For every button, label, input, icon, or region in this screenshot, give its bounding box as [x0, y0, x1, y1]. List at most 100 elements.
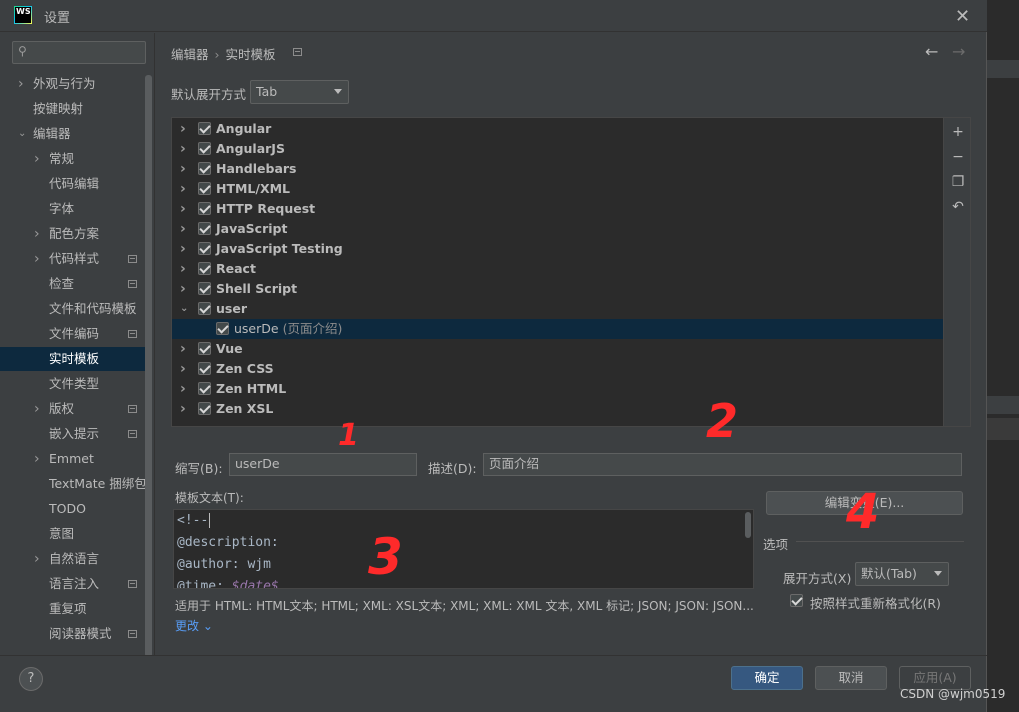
template-group-row[interactable]: › Zen HTML	[172, 379, 943, 399]
sidebar-item[interactable]: 文件编码	[0, 322, 152, 346]
template-group-row[interactable]: › JavaScript Testing	[172, 239, 943, 259]
group-checkbox[interactable]	[198, 302, 211, 315]
template-group-row[interactable]: › React	[172, 259, 943, 279]
cancel-button[interactable]: 取消	[815, 666, 887, 690]
sidebar-item[interactable]: 文件类型	[0, 372, 152, 396]
template-group-row[interactable]: › AngularJS	[172, 139, 943, 159]
copy-icon[interactable]: ❐	[950, 174, 966, 190]
chevron-down-icon[interactable]: ⌄	[18, 122, 26, 146]
sidebar-item[interactable]: › Emmet	[0, 447, 152, 471]
sidebar-item[interactable]: ⌄ 编辑器	[0, 122, 152, 146]
code-scrollbar[interactable]	[745, 512, 751, 538]
remove-icon[interactable]: −	[950, 149, 966, 165]
chevron-right-icon[interactable]: ›	[34, 547, 40, 571]
sidebar-item[interactable]: 实时模板	[0, 347, 152, 371]
breadcrumb-item[interactable]: 编辑器	[171, 47, 209, 62]
sidebar-item-label: 自然语言	[49, 551, 100, 566]
chevron-right-icon[interactable]: ›	[34, 247, 40, 271]
sidebar-item[interactable]: 阅读器模式	[0, 622, 152, 646]
help-button[interactable]: ?	[19, 667, 43, 691]
template-group-row[interactable]: › Angular	[172, 119, 943, 139]
chevron-right-icon[interactable]: ›	[180, 279, 186, 299]
group-checkbox[interactable]	[198, 222, 211, 235]
chevron-right-icon[interactable]: ›	[34, 222, 40, 246]
chevron-right-icon[interactable]: ›	[180, 379, 186, 399]
chevron-right-icon[interactable]: ›	[34, 447, 40, 471]
template-checkbox[interactable]	[216, 322, 229, 335]
chevron-right-icon[interactable]: ›	[180, 199, 186, 219]
sidebar-item[interactable]: TextMate 捆绑包	[0, 472, 152, 496]
description-field[interactable]: 页面介绍	[483, 453, 962, 476]
sidebar-item[interactable]: › 外观与行为	[0, 72, 152, 96]
group-checkbox[interactable]	[198, 262, 211, 275]
expand-with-select[interactable]: 默认(Tab)	[855, 562, 949, 586]
chevron-right-icon[interactable]: ›	[180, 179, 186, 199]
sidebar-item[interactable]: › 常规	[0, 147, 152, 171]
chevron-right-icon[interactable]: ›	[180, 399, 186, 419]
sidebar-item[interactable]: TODO	[0, 497, 152, 521]
template-group-row[interactable]: ⌄ user	[172, 299, 943, 319]
search-input[interactable]: ⚲	[12, 41, 146, 64]
default-expand-select[interactable]: Tab	[250, 80, 349, 104]
search-icon: ⚲	[18, 44, 27, 58]
group-checkbox[interactable]	[198, 242, 211, 255]
group-checkbox[interactable]	[198, 282, 211, 295]
group-checkbox[interactable]	[198, 142, 211, 155]
group-checkbox[interactable]	[198, 122, 211, 135]
template-group-row[interactable]: › Zen XSL	[172, 399, 943, 419]
sidebar-item[interactable]: › 配色方案	[0, 222, 152, 246]
template-group-row[interactable]: › Vue	[172, 339, 943, 359]
sidebar-item[interactable]: 意图	[0, 522, 152, 546]
sidebar-item[interactable]: 检查	[0, 272, 152, 296]
chevron-down-icon[interactable]: ⌄	[180, 299, 188, 319]
change-context-link[interactable]: 更改 ⌄	[175, 617, 213, 634]
template-text-editor[interactable]: <!-- @description: @author: wjm @time: $…	[173, 509, 754, 589]
group-checkbox[interactable]	[198, 402, 211, 415]
template-group-row[interactable]: › HTTP Request	[172, 199, 943, 219]
chevron-right-icon[interactable]: ›	[180, 119, 186, 139]
group-checkbox[interactable]	[198, 182, 211, 195]
annotation-3: 3	[368, 528, 403, 586]
chevron-right-icon[interactable]: ›	[180, 239, 186, 259]
group-checkbox[interactable]	[198, 202, 211, 215]
chevron-right-icon[interactable]: ›	[34, 147, 40, 171]
chevron-right-icon[interactable]: ›	[180, 139, 186, 159]
chevron-right-icon[interactable]: ›	[180, 359, 186, 379]
sidebar-item[interactable]: 语言注入	[0, 572, 152, 596]
ok-button[interactable]: 确定	[731, 666, 803, 690]
template-group-name: AngularJS	[216, 141, 285, 156]
group-checkbox[interactable]	[198, 362, 211, 375]
template-group-row[interactable]: › Handlebars	[172, 159, 943, 179]
sidebar-item[interactable]: 按键映射	[0, 97, 152, 121]
sidebar-item[interactable]: › 代码样式	[0, 247, 152, 271]
group-checkbox[interactable]	[198, 382, 211, 395]
abbreviation-field[interactable]: userDe	[229, 453, 417, 476]
sidebar-item[interactable]: 重复项	[0, 597, 152, 621]
template-row[interactable]: userDe (页面介绍)	[172, 319, 943, 339]
chevron-right-icon[interactable]: ›	[34, 397, 40, 421]
chevron-right-icon[interactable]: ›	[180, 339, 186, 359]
revert-icon[interactable]: ↶	[950, 199, 966, 215]
template-group-row[interactable]: › HTML/XML	[172, 179, 943, 199]
title-bar: WS 设置 ✕	[0, 0, 987, 32]
sidebar-item[interactable]: › 自然语言	[0, 547, 152, 571]
reformat-checkbox[interactable]	[790, 594, 803, 607]
sidebar-item[interactable]: 代码编辑	[0, 172, 152, 196]
chevron-right-icon[interactable]: ›	[180, 159, 186, 179]
close-icon[interactable]: ✕	[955, 6, 970, 27]
template-group-row[interactable]: › JavaScript	[172, 219, 943, 239]
sidebar-scrollbar[interactable]	[145, 75, 152, 655]
template-group-row[interactable]: › Shell Script	[172, 279, 943, 299]
arrow-left-icon[interactable]: ←	[925, 42, 938, 61]
chevron-right-icon[interactable]: ›	[180, 259, 186, 279]
sidebar-item[interactable]: 字体	[0, 197, 152, 221]
template-group-row[interactable]: › Zen CSS	[172, 359, 943, 379]
sidebar-item[interactable]: 嵌入提示	[0, 422, 152, 446]
group-checkbox[interactable]	[198, 162, 211, 175]
chevron-right-icon[interactable]: ›	[180, 219, 186, 239]
chevron-right-icon[interactable]: ›	[18, 72, 24, 96]
group-checkbox[interactable]	[198, 342, 211, 355]
add-icon[interactable]: +	[950, 124, 966, 140]
sidebar-item[interactable]: 文件和代码模板	[0, 297, 152, 321]
sidebar-item[interactable]: › 版权	[0, 397, 152, 421]
